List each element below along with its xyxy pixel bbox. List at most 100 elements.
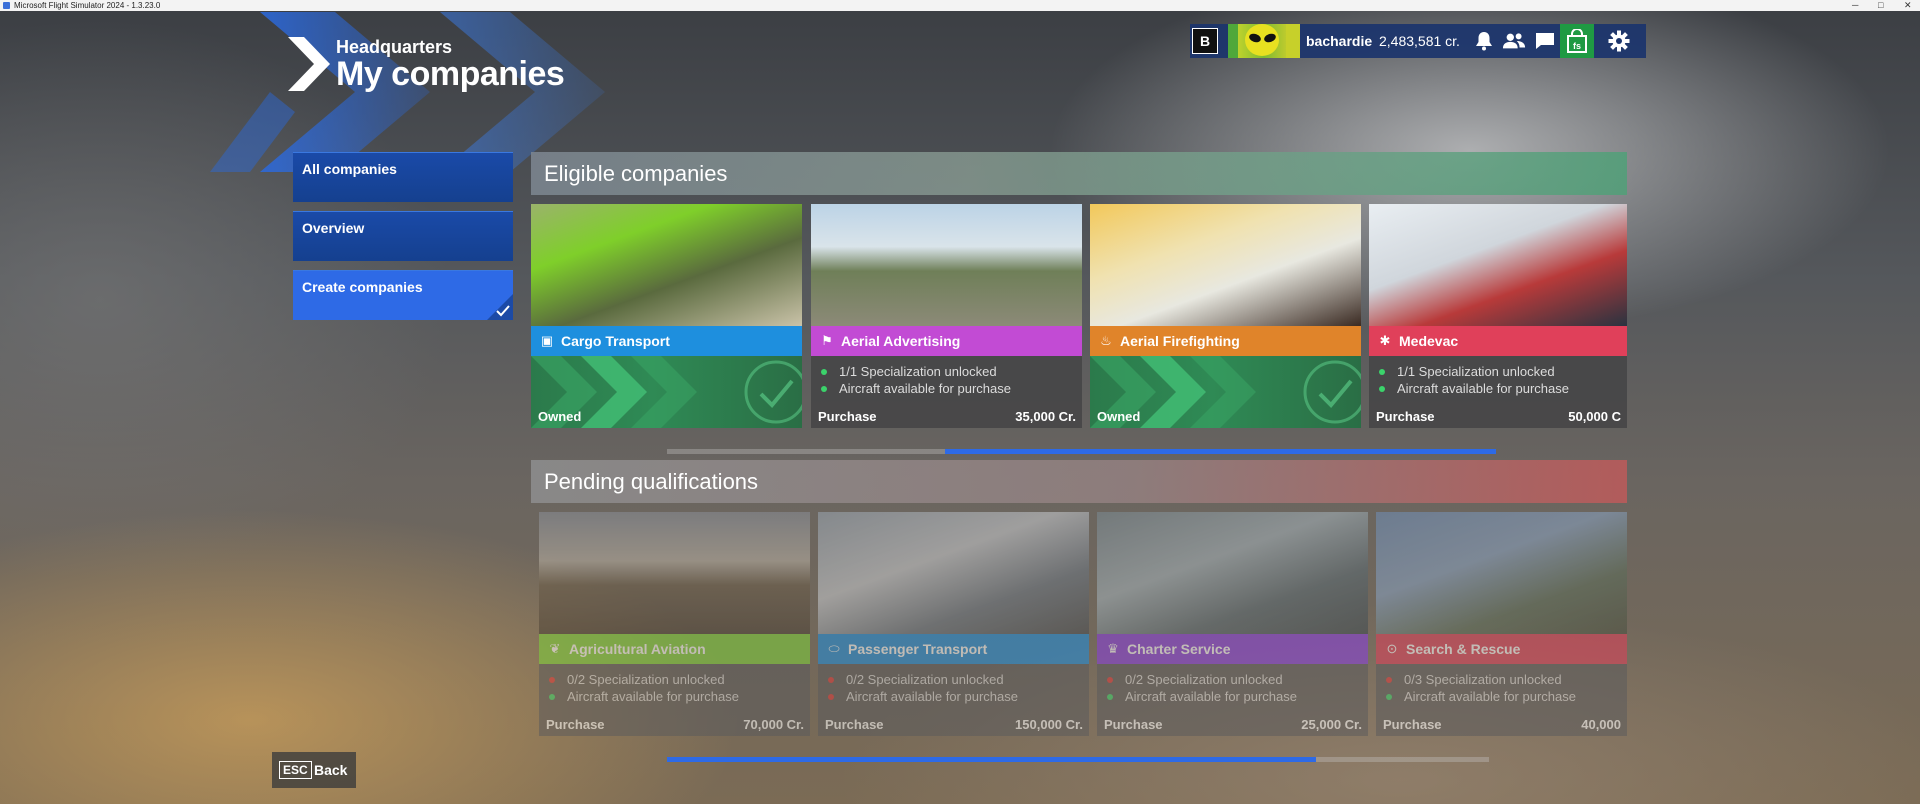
- banner-icon: ⚑: [821, 333, 833, 348]
- company-price: 35,000 Cr.: [1015, 409, 1076, 424]
- company-details: 0/2 Specialization unlocked Aircraft avai…: [818, 664, 1089, 736]
- company-card[interactable]: ⚑ Aerial Advertising 1/1 Specialization un…: [811, 204, 1082, 428]
- company-status: Purchase: [1104, 717, 1163, 732]
- requirement-item: 0/2 Specialization unlocked: [828, 672, 1004, 687]
- requirement-item: 1/1 Specialization unlocked: [821, 364, 997, 379]
- company-name: Cargo Transport: [561, 333, 670, 349]
- back-button[interactable]: ESC Back: [272, 752, 356, 788]
- status-dot-icon: [1386, 676, 1392, 683]
- requirement-text: 0/2 Specialization unlocked: [1125, 672, 1283, 687]
- company-details: 0/2 Specialization unlocked Aircraft avai…: [539, 664, 810, 736]
- close-icon[interactable]: ✕: [1904, 0, 1912, 11]
- status-dot-icon: [821, 385, 827, 392]
- esc-key-icon: ESC: [279, 761, 312, 779]
- company-details: 0/2 Specialization unlocked Aircraft avai…: [1097, 664, 1368, 736]
- company-name: Passenger Transport: [848, 641, 988, 657]
- company-name: Aerial Firefighting: [1120, 333, 1240, 349]
- company-image: [818, 512, 1089, 634]
- back-label: Back: [314, 762, 348, 778]
- company-image: [539, 512, 810, 634]
- page-title: My companies: [336, 55, 565, 93]
- sidebar-item-create-companies[interactable]: Create companies: [293, 270, 513, 320]
- bell-icon[interactable]: [1472, 29, 1496, 53]
- hq-chevron-logo: [288, 37, 330, 91]
- status-dot-icon: [828, 676, 834, 683]
- sidebar-item-overview[interactable]: Overview: [293, 211, 513, 261]
- pending-scrollbar-thumb[interactable]: [667, 757, 1316, 762]
- sidebar-item-all-companies[interactable]: All companies: [293, 152, 513, 202]
- chat-icon[interactable]: [1533, 29, 1557, 53]
- status-dot-icon: [549, 676, 555, 683]
- app-icon: [3, 2, 10, 9]
- status-dot-icon: [828, 693, 834, 700]
- requirement-text: 1/1 Specialization unlocked: [839, 364, 997, 379]
- medical-icon: ✱: [1379, 333, 1391, 348]
- company-name-band: ⚑ Aerial Advertising: [811, 326, 1082, 356]
- wheat-icon: ❦: [549, 641, 561, 656]
- requirement-text: Aircraft available for purchase: [846, 689, 1018, 704]
- company-name-band: ⊙ Search & Rescue: [1376, 634, 1627, 664]
- company-name: Charter Service: [1127, 641, 1231, 657]
- company-status: Owned: [538, 409, 582, 424]
- company-card[interactable]: ♨ Aerial Firefighting Owned: [1090, 204, 1361, 428]
- friends-icon[interactable]: [1502, 29, 1526, 53]
- sidebar-item-label: Overview: [302, 220, 365, 236]
- company-image: [531, 204, 802, 326]
- avatar[interactable]: [1228, 24, 1300, 58]
- user-topbar: B bachardie 2,483,581 cr. fs: [1190, 24, 1646, 58]
- status-dot-icon: [1379, 385, 1385, 392]
- company-card[interactable]: ♛ Charter Service 0/2 Specialization unloc…: [1097, 512, 1368, 736]
- minimize-icon[interactable]: ─: [1852, 0, 1858, 11]
- company-card[interactable]: ⬭ Passenger Transport 0/2 Specialization u…: [818, 512, 1089, 736]
- company-name-band: ♨ Aerial Firefighting: [1090, 326, 1361, 356]
- company-card[interactable]: ⊙ Search & Rescue 0/3 Specialization unloc…: [1376, 512, 1627, 736]
- company-name-band: ❦ Agricultural Aviation: [539, 634, 810, 664]
- status-dot-icon: [821, 368, 827, 375]
- company-name-band: ▣ Cargo Transport: [531, 326, 802, 356]
- requirement-item: 1/1 Specialization unlocked: [1379, 364, 1555, 379]
- company-details: Owned: [1090, 356, 1361, 428]
- company-details: 1/1 Specialization unlocked Aircraft avai…: [1369, 356, 1627, 428]
- requirement-text: Aircraft available for purchase: [839, 381, 1011, 396]
- eligible-companies-header: Eligible companies: [531, 152, 1627, 195]
- pending-scrollbar[interactable]: [667, 757, 1489, 762]
- company-name: Agricultural Aviation: [569, 641, 706, 657]
- requirement-item: Aircraft available for purchase: [1379, 381, 1569, 396]
- selected-check-icon: [487, 294, 513, 320]
- company-card[interactable]: ❦ Agricultural Aviation 0/2 Specialization…: [539, 512, 810, 736]
- requirement-text: 0/3 Specialization unlocked: [1404, 672, 1562, 687]
- user-badge[interactable]: B: [1192, 28, 1218, 54]
- company-card[interactable]: ✱ Medevac 1/1 Specialization unlocked Aircr…: [1369, 204, 1627, 428]
- settings-gear-icon[interactable]: [1607, 29, 1631, 53]
- marketplace-icon[interactable]: fs: [1560, 24, 1594, 58]
- company-name-band: ♛ Charter Service: [1097, 634, 1368, 664]
- company-price: 150,000 Cr.: [1015, 717, 1083, 732]
- requirement-item: 0/2 Specialization unlocked: [549, 672, 725, 687]
- company-image: [1369, 204, 1627, 326]
- company-image: [811, 204, 1082, 326]
- company-details: Owned: [531, 356, 802, 428]
- status-dot-icon: [1107, 693, 1113, 700]
- company-price: 70,000 Cr.: [743, 717, 804, 732]
- eligible-scrollbar-thumb[interactable]: [945, 449, 1496, 454]
- company-card[interactable]: ▣ Cargo Transport Owned: [531, 204, 802, 428]
- rescue-icon: ⊙: [1386, 641, 1398, 656]
- requirement-item: Aircraft available for purchase: [1107, 689, 1297, 704]
- company-name-band: ⬭ Passenger Transport: [818, 634, 1089, 664]
- maximize-icon[interactable]: □: [1878, 0, 1883, 11]
- requirement-item: Aircraft available for purchase: [549, 689, 739, 704]
- company-name-band: ✱ Medevac: [1369, 326, 1627, 356]
- company-image: [1376, 512, 1627, 634]
- requirement-text: 0/2 Specialization unlocked: [567, 672, 725, 687]
- company-name: Medevac: [1399, 333, 1459, 349]
- status-dot-icon: [1386, 693, 1392, 700]
- username: bachardie: [1306, 33, 1373, 49]
- eligible-scrollbar[interactable]: [667, 449, 1496, 454]
- company-status: Purchase: [818, 409, 877, 424]
- company-price: 40,000: [1581, 717, 1621, 732]
- requirement-item: 0/2 Specialization unlocked: [1107, 672, 1283, 687]
- company-details: 0/3 Specialization unlocked Aircraft avai…: [1376, 664, 1627, 736]
- svg-text:fs: fs: [1573, 41, 1581, 51]
- passenger-icon: ⬭: [828, 641, 840, 656]
- company-price: 50,000 C: [1568, 409, 1621, 424]
